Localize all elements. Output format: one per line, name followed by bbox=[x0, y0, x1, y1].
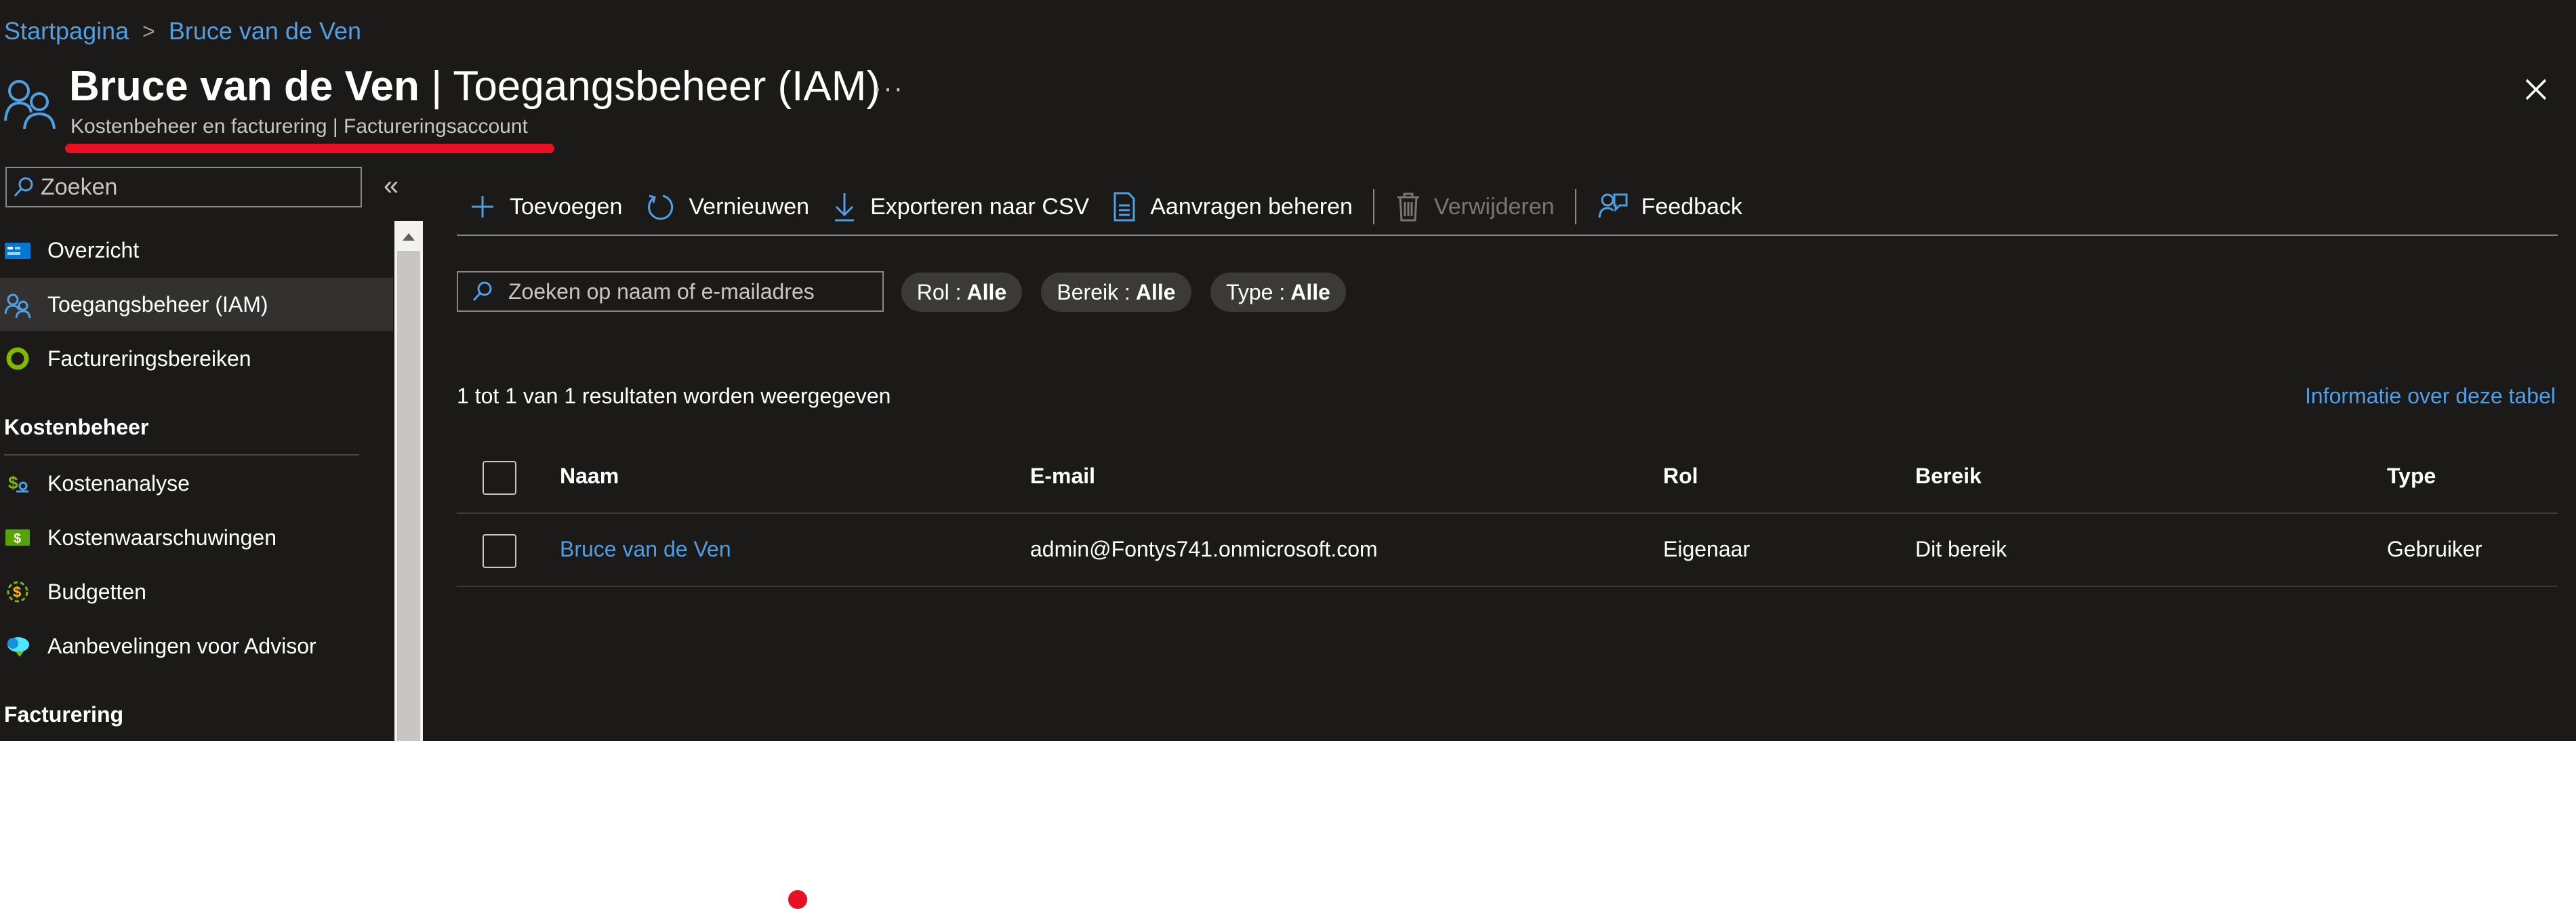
document-icon bbox=[1113, 192, 1135, 222]
user-name-link[interactable]: Bruce van de Ven bbox=[560, 537, 731, 562]
results-count: 1 tot 1 van 1 resultaten worden weergege… bbox=[457, 384, 891, 408]
feedback-button-label: Feedback bbox=[1641, 193, 1742, 220]
red-annotation-dot bbox=[788, 890, 807, 909]
sidebar-item-cost-analysis[interactable]: $ Kostenanalyse bbox=[0, 457, 393, 510]
sidebar-item-budgets[interactable]: $ Budgetten bbox=[0, 565, 393, 618]
command-bar: Toevoegen Vernieuwen Exporteren naar CSV… bbox=[457, 183, 1753, 230]
advisor-icon bbox=[4, 632, 31, 660]
column-header-name[interactable]: Naam bbox=[560, 464, 619, 489]
column-header-type[interactable]: Type bbox=[2387, 464, 2436, 489]
scope-filter-pill[interactable]: Bereik : Alle bbox=[1041, 272, 1191, 312]
refresh-button[interactable]: Vernieuwen bbox=[633, 183, 820, 230]
role-filter-label: Rol : bbox=[916, 279, 962, 304]
sidebar-item-label: Toegangsbeheer (IAM) bbox=[47, 291, 268, 317]
sidebar-item-label: Budgetten bbox=[47, 579, 146, 604]
trash-icon bbox=[1397, 193, 1419, 222]
scope-filter-label: Bereik : bbox=[1057, 279, 1130, 304]
refresh-icon bbox=[648, 195, 674, 220]
page-subtitle: Kostenbeheer en facturering | Facturerin… bbox=[70, 115, 528, 138]
cost-alert-icon: $ bbox=[4, 524, 31, 551]
column-header-email[interactable]: E-mail bbox=[1030, 464, 1095, 489]
add-button-label: Toevoegen bbox=[510, 193, 623, 220]
sidebar-divider bbox=[4, 454, 359, 456]
user-email: admin@Fontys741.onmicrosoft.com bbox=[1030, 537, 1378, 561]
breadcrumb-home-link[interactable]: Startpagina bbox=[4, 17, 129, 45]
sidebar-search-box bbox=[5, 167, 362, 207]
column-header-scope[interactable]: Bereik bbox=[1915, 464, 1982, 489]
column-header-role[interactable]: Rol bbox=[1663, 464, 1698, 489]
sidebar-item-label: Kostenanalyse bbox=[47, 470, 190, 496]
add-button[interactable]: Toevoegen bbox=[457, 183, 633, 230]
type-filter-label: Type : bbox=[1226, 279, 1286, 304]
people-icon bbox=[4, 80, 56, 129]
svg-text:$: $ bbox=[8, 472, 18, 493]
people-icon bbox=[4, 291, 31, 318]
feedback-button[interactable]: Feedback bbox=[1586, 183, 1753, 230]
type-filter-pill[interactable]: Type : Alle bbox=[1210, 272, 1346, 312]
sidebar-item-billing-scopes[interactable]: Factureringsbereiken bbox=[0, 332, 393, 385]
page-title-section: | Toegangsbeheer (IAM) bbox=[419, 63, 881, 110]
type-filter-value: Alle bbox=[1290, 279, 1330, 304]
feedback-icon bbox=[1598, 193, 1628, 218]
toolbar-separator bbox=[1574, 189, 1576, 224]
sidebar-item-access-control[interactable]: Toegangsbeheer (IAM) bbox=[0, 278, 393, 331]
sidebar-item-label: Kostenwaarschuwingen bbox=[47, 525, 277, 550]
overview-icon bbox=[4, 237, 31, 264]
sidebar-item-advisor-recommendations[interactable]: Aanbevelingen voor Advisor bbox=[0, 620, 393, 672]
toolbar-separator bbox=[1372, 189, 1374, 224]
breadcrumb-current-link[interactable]: Bruce van de Ven bbox=[169, 17, 361, 45]
delete-button[interactable]: Verwijderen bbox=[1384, 183, 1566, 230]
sidebar-item-label: Factureringsbereiken bbox=[47, 346, 251, 371]
circle-icon bbox=[4, 345, 31, 372]
page-title-name: Bruce van de Ven bbox=[69, 63, 420, 110]
red-annotation-underline bbox=[65, 144, 554, 153]
sidebar-item-overview[interactable]: Overzicht bbox=[0, 224, 393, 277]
app-window: Startpagina > Bruce van de Ven Bruce van… bbox=[0, 0, 2576, 741]
collapse-sidebar-button[interactable]: « bbox=[384, 171, 398, 201]
scope-filter-value: Alle bbox=[1135, 279, 1176, 304]
plus-icon bbox=[472, 196, 493, 218]
manage-requests-button[interactable]: Aanvragen beheren bbox=[1100, 183, 1364, 230]
role-filter-value: Alle bbox=[966, 279, 1007, 304]
sidebar-search-input[interactable] bbox=[39, 173, 354, 201]
breadcrumb-separator: > bbox=[142, 18, 155, 43]
user-scope: Dit bereik bbox=[1915, 537, 2007, 561]
breadcrumb: Startpagina > Bruce van de Ven bbox=[4, 15, 361, 47]
role-filter-pill[interactable]: Rol : Alle bbox=[901, 272, 1022, 312]
user-search-input[interactable] bbox=[507, 278, 862, 305]
user-type: Gebruiker bbox=[2387, 537, 2482, 561]
close-icon[interactable] bbox=[2517, 70, 2555, 108]
row-checkbox[interactable] bbox=[483, 534, 516, 568]
budget-icon: $ bbox=[4, 578, 31, 605]
toolbar-divider bbox=[457, 235, 2558, 236]
more-options-button[interactable]: ··· bbox=[873, 73, 904, 104]
export-csv-button[interactable]: Exporteren naar CSV bbox=[820, 183, 1100, 230]
svg-text:$: $ bbox=[14, 531, 21, 546]
refresh-button-label: Vernieuwen bbox=[689, 193, 810, 220]
svg-text:$: $ bbox=[13, 584, 21, 601]
sidebar-item-label: Overzicht bbox=[47, 237, 140, 262]
manage-requests-button-label: Aanvragen beheren bbox=[1150, 193, 1353, 220]
user-search-box bbox=[457, 271, 884, 312]
search-icon bbox=[14, 177, 33, 197]
delete-button-label: Verwijderen bbox=[1433, 193, 1555, 220]
sidebar-section-billing: Facturering bbox=[4, 702, 124, 727]
select-all-checkbox[interactable] bbox=[483, 461, 516, 495]
row-divider bbox=[457, 586, 2558, 587]
header-row-divider bbox=[457, 512, 2558, 514]
sidebar-item-label: Aanbevelingen voor Advisor bbox=[47, 633, 316, 658]
download-icon bbox=[835, 193, 855, 222]
scrollbar-thumb[interactable] bbox=[397, 251, 420, 741]
sidebar-item-cost-alerts[interactable]: $ Kostenwaarschuwingen bbox=[0, 511, 393, 564]
export-csv-button-label: Exporteren naar CSV bbox=[870, 193, 1090, 220]
table-info-link[interactable]: Informatie over deze tabel bbox=[2305, 384, 2556, 409]
page-title: Bruce van de Ven | Toegangsbeheer (IAM) bbox=[69, 61, 880, 113]
sidebar-scrollbar[interactable] bbox=[394, 221, 423, 741]
sidebar-section-cost-management: Kostenbeheer bbox=[4, 415, 149, 439]
scroll-up-arrow-icon[interactable] bbox=[403, 233, 415, 241]
user-role: Eigenaar bbox=[1663, 537, 1751, 561]
cost-analysis-icon: $ bbox=[4, 470, 31, 497]
search-icon bbox=[472, 281, 492, 302]
